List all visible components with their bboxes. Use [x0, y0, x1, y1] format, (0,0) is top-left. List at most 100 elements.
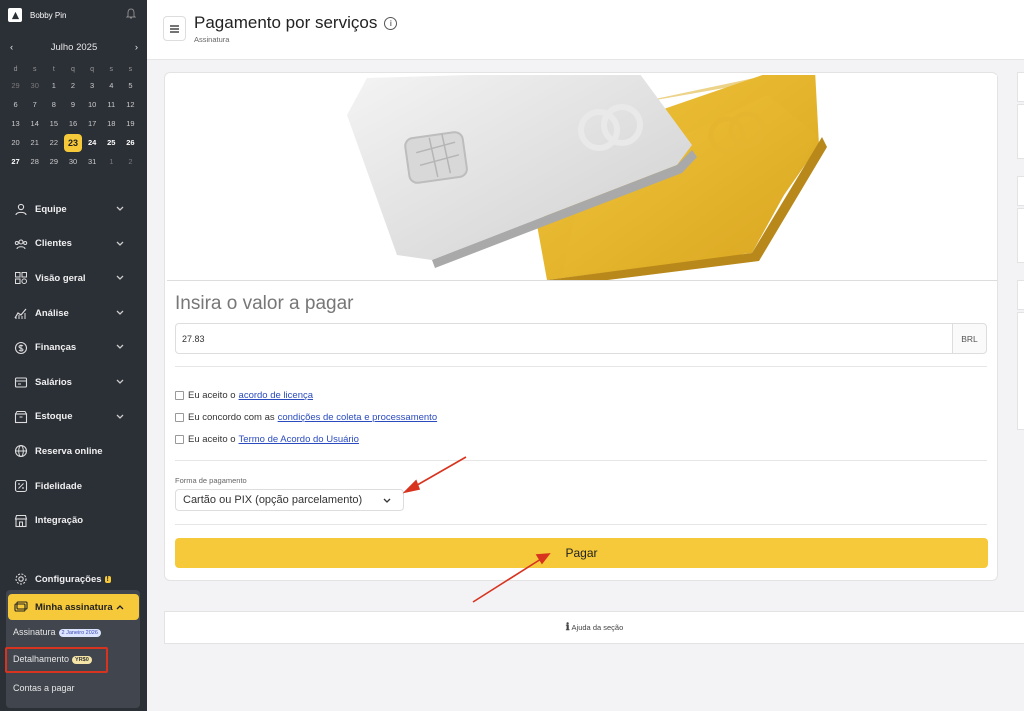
sidebar-item-equipe[interactable]: Equipe: [0, 192, 147, 227]
calendar-day[interactable]: 20: [6, 133, 25, 152]
section-help-link[interactable]: ℹ Ajuda da seção: [164, 611, 1024, 644]
sidebar-item-label: Fidelidade: [35, 480, 82, 492]
page-title-text: Pagamento por serviços: [194, 13, 378, 32]
calendar-day[interactable]: 31: [83, 152, 102, 171]
weekday-label: s: [128, 65, 133, 73]
sidebar-item-integracao[interactable]: Integração: [0, 503, 147, 538]
sidebar-item-fidelidade[interactable]: Fidelidade: [0, 469, 147, 504]
calendar-day[interactable]: 7: [25, 95, 44, 114]
calendar-day[interactable]: 14: [25, 114, 44, 133]
calendar-day[interactable]: 9: [63, 95, 82, 114]
payment-card: Insira o valor a pagar 27.83 BRL Eu acei…: [164, 72, 998, 581]
sidebar-item-minha-assinatura[interactable]: Minha assinatura: [8, 594, 139, 620]
chart-icon: [14, 308, 27, 320]
calendar-grid: d s t q q s s 29 30 1 2 3 4 5 6 7 8 9 10 11 12 13 14 15 16 17 18 19…: [6, 62, 140, 171]
percent-icon: [14, 479, 28, 493]
calendar-day[interactable]: 2: [63, 76, 82, 95]
sidebar-item-reserva-online[interactable]: Reserva online: [0, 434, 147, 469]
side-panel-edge: [1017, 312, 1024, 430]
sidebar-item-clientes[interactable]: Clientes: [0, 227, 147, 262]
calendar-day[interactable]: 2: [121, 152, 140, 171]
breadcrumb: Assinatura: [194, 35, 230, 44]
info-icon: ℹ: [565, 622, 570, 633]
calendar-next-button[interactable]: ›: [135, 42, 138, 53]
chevron-up-icon: [116, 605, 124, 610]
brand-logo-icon: [8, 8, 22, 22]
sidebar-item-estoque[interactable]: Estoque: [0, 400, 147, 435]
calendar-day[interactable]: 24: [83, 133, 102, 152]
calendar-day[interactable]: 10: [83, 95, 102, 114]
calendar-day[interactable]: 3: [83, 76, 102, 95]
calendar-day[interactable]: 21: [25, 133, 44, 152]
calendar-day[interactable]: 16: [63, 114, 82, 133]
credit-cards-illustration: [167, 75, 997, 281]
amount-input[interactable]: 27.83: [175, 323, 953, 354]
user-agreement-link[interactable]: Termo de Acordo do Usuário: [239, 434, 359, 445]
sidebar-item-visao-geral[interactable]: Visão geral: [0, 261, 147, 296]
calendar-day[interactable]: 15: [44, 114, 63, 133]
wallet-icon: [14, 377, 28, 388]
side-panel-edge: [1017, 104, 1024, 159]
user-agreement-checkbox[interactable]: [175, 435, 184, 444]
brand[interactable]: Bobby Pin: [8, 8, 138, 22]
calendar-day[interactable]: 25: [102, 133, 121, 152]
calendar-day[interactable]: 19: [121, 114, 140, 133]
sidebar-item-label: Finanças: [35, 342, 77, 354]
calendar-day[interactable]: 1: [44, 76, 63, 95]
calendar-day[interactable]: 18: [102, 114, 121, 133]
calendar-day[interactable]: 26: [121, 133, 140, 152]
bell-icon[interactable]: [126, 8, 136, 20]
sidebar-item-label: Minha assinatura: [35, 601, 113, 613]
calendar-day[interactable]: 27: [6, 152, 25, 171]
calendar-day[interactable]: 23: [63, 133, 82, 152]
calendar-day[interactable]: 8: [44, 95, 63, 114]
payment-method-select[interactable]: Cartão ou PIX (opção parcelamento): [175, 489, 404, 511]
calendar-day[interactable]: 22: [44, 133, 63, 152]
weekday-label: t: [52, 65, 55, 73]
checkbox-label: Eu aceito o: [188, 434, 236, 445]
today-marker: 23: [63, 133, 82, 152]
calendar-day[interactable]: 1: [102, 152, 121, 171]
pay-button[interactable]: Pagar: [175, 538, 988, 568]
sidebar-item-label: Estoque: [35, 411, 73, 423]
user-icon: [15, 204, 27, 216]
subitem-contas-a-pagar[interactable]: Contas a pagar: [13, 683, 75, 693]
user-agreement-checkbox-row: Eu aceito o Termo de Acordo do Usuário: [175, 434, 359, 445]
calendar-day[interactable]: 30: [25, 76, 44, 95]
calendar-day[interactable]: 13: [6, 114, 25, 133]
calendar-day[interactable]: 4: [102, 76, 121, 95]
side-panel-edge: [1017, 208, 1024, 263]
calendar-day[interactable]: 17: [83, 114, 102, 133]
calendar-day[interactable]: 11: [102, 95, 121, 114]
sidebar-item-label: Visão geral: [35, 272, 86, 284]
sidebar-item-label: Análise: [35, 307, 69, 319]
menu-toggle-button[interactable]: [163, 16, 186, 41]
data-processing-checkbox[interactable]: [175, 413, 184, 422]
license-checkbox[interactable]: [175, 391, 184, 400]
checkbox-label: Eu aceito o: [188, 390, 236, 401]
license-link[interactable]: acordo de licença: [239, 390, 313, 401]
data-processing-link[interactable]: condições de coleta e processamento: [278, 412, 438, 423]
calendar-day[interactable]: 29: [44, 152, 63, 171]
payment-method-value: Cartão ou PIX (opção parcelamento): [183, 494, 363, 506]
sidebar-item-analise[interactable]: Análise: [0, 296, 147, 331]
subitem-assinatura[interactable]: Assinatura 2 Janeiro 2026: [13, 627, 101, 637]
calendar-prev-button[interactable]: ‹: [10, 42, 13, 53]
calendar-month: Julho 2025: [50, 41, 98, 53]
sidebar-item-salarios[interactable]: Salários: [0, 365, 147, 400]
date-pill: 2 Janeiro 2026: [58, 628, 101, 637]
sidebar-item-financas[interactable]: Finanças: [0, 330, 147, 365]
calendar-day[interactable]: 12: [121, 95, 140, 114]
page-title: Pagamento por serviços i: [194, 13, 398, 33]
data-processing-checkbox-row: Eu concordo com as condições de coleta e …: [175, 412, 437, 423]
chevron-down-icon: [116, 310, 124, 315]
calendar-day[interactable]: 28: [25, 152, 44, 171]
grid-icon: [15, 272, 27, 285]
sidebar-item-label: Salários: [35, 376, 72, 388]
calendar-day[interactable]: 30: [63, 152, 82, 171]
info-icon[interactable]: i: [384, 17, 398, 30]
calendar-day[interactable]: 29: [6, 76, 25, 95]
calendar-day[interactable]: 6: [6, 95, 25, 114]
weekday-label: q: [90, 65, 95, 73]
calendar-day[interactable]: 5: [121, 76, 140, 95]
